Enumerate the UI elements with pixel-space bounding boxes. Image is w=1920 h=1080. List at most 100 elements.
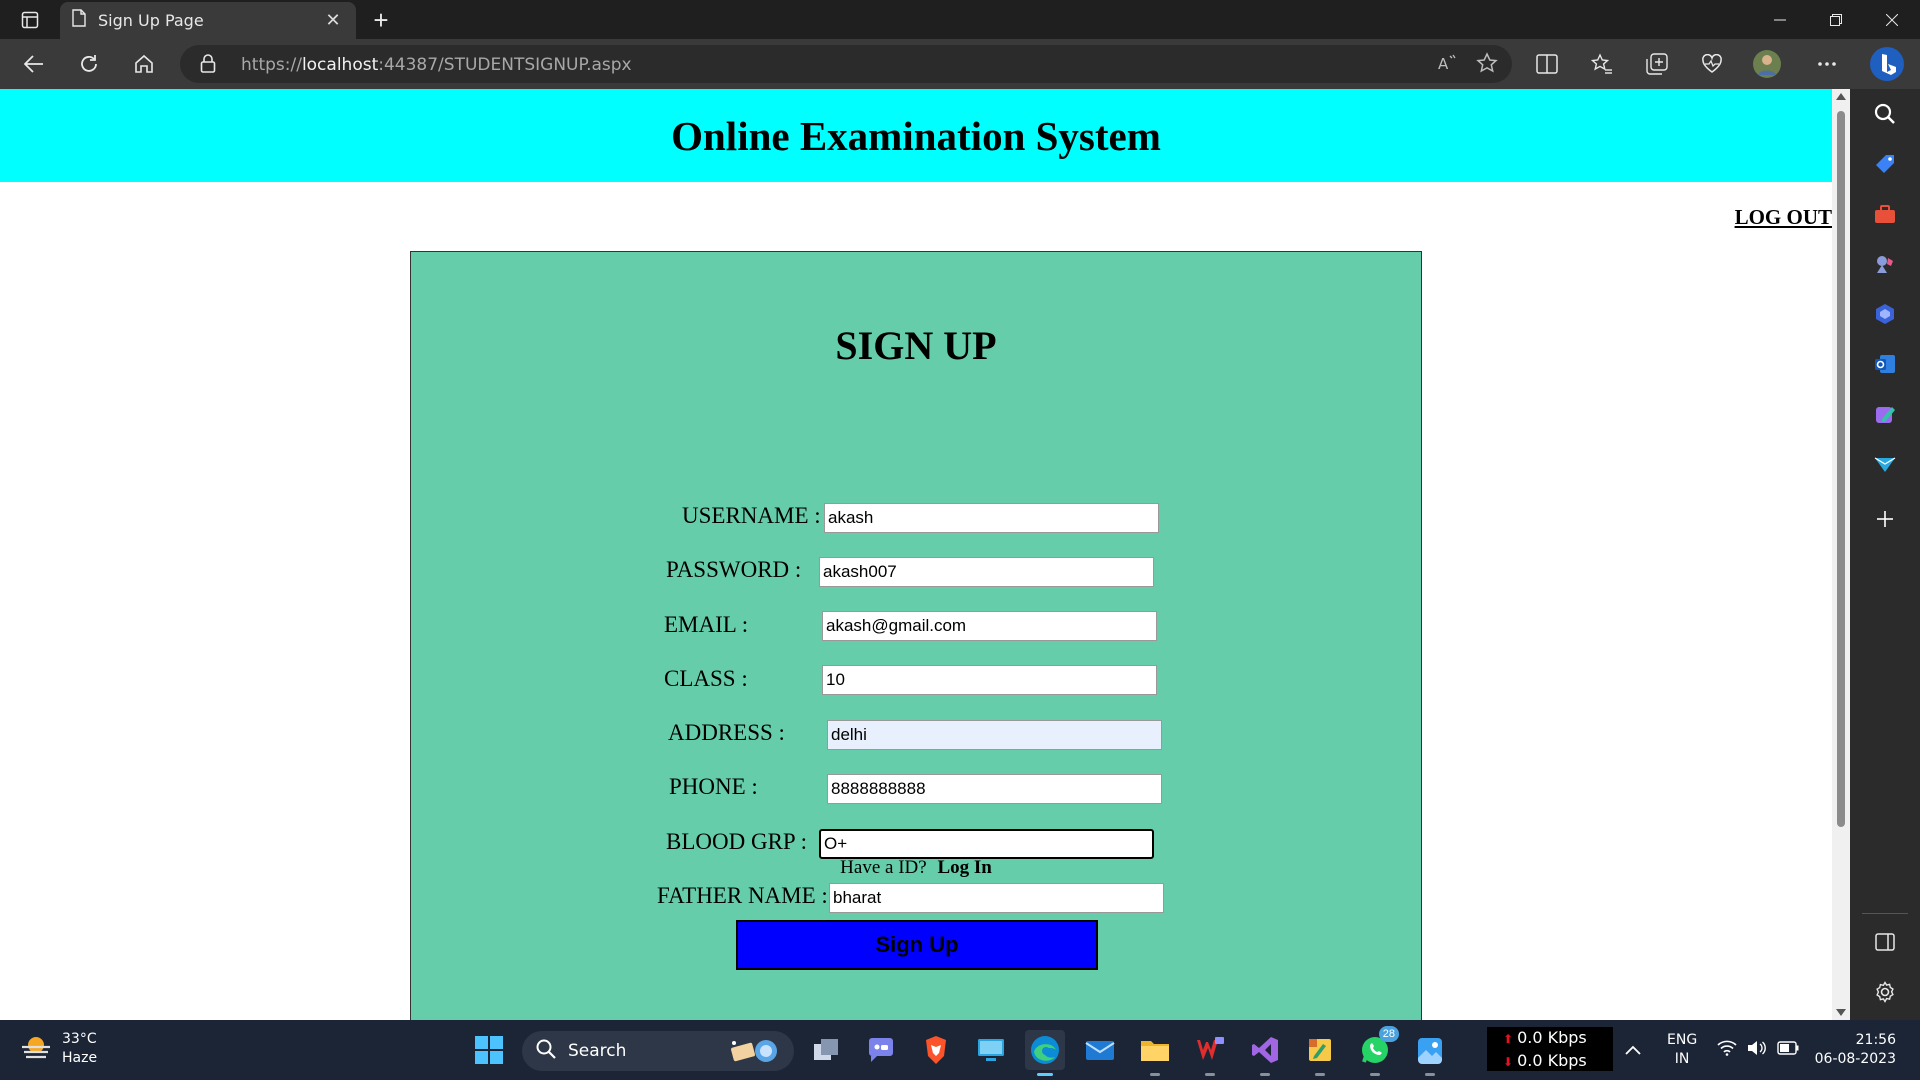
- signup-panel: SIGN UP USERNAME : PASSWORD : EMAIL : CL…: [410, 251, 1422, 1020]
- page-viewport: Online Examination System LOG OUT SIGN U…: [0, 89, 1832, 1020]
- address-label: ADDRESS :: [668, 720, 785, 745]
- whatsapp-unread-badge: 28: [1378, 1026, 1399, 1042]
- sticky-notes-icon[interactable]: [1300, 1030, 1340, 1076]
- blood-group-input[interactable]: [819, 829, 1154, 859]
- have-id-text: Have a ID?: [840, 857, 927, 878]
- back-icon[interactable]: [16, 47, 52, 81]
- sidebar-outlook-icon[interactable]: [1870, 349, 1900, 379]
- address-input[interactable]: [827, 720, 1162, 750]
- site-header: Online Examination System: [0, 89, 1832, 182]
- collections-icon[interactable]: [1639, 47, 1675, 81]
- wps-office-icon[interactable]: [1190, 1030, 1230, 1076]
- edge-browser-icon[interactable]: [1025, 1030, 1065, 1076]
- phone-label: PHONE :: [669, 774, 758, 799]
- home-icon[interactable]: [126, 47, 162, 81]
- url-text[interactable]: https://localhost:44387/STUDENTSIGNUP.as…: [241, 55, 632, 75]
- photos-icon[interactable]: [1410, 1030, 1450, 1076]
- haze-weather-icon: [20, 1033, 52, 1066]
- split-screen-icon[interactable]: [1529, 47, 1565, 81]
- task-view-icon[interactable]: [806, 1030, 846, 1070]
- tab-bar: Sign Up Page ✕ +: [0, 0, 1920, 39]
- page-icon: [72, 9, 86, 32]
- svg-text:A: A: [1438, 55, 1449, 73]
- signup-button[interactable]: Sign Up: [736, 920, 1098, 970]
- show-hidden-icons-chevron-icon[interactable]: [1613, 1030, 1653, 1070]
- search-label: Search: [568, 1041, 627, 1061]
- logout-link[interactable]: LOG OUT: [1735, 205, 1832, 230]
- file-explorer-icon[interactable]: [1135, 1030, 1175, 1076]
- address-bar[interactable]: https://localhost:44387/STUDENTSIGNUP.as…: [180, 45, 1512, 83]
- browser-essentials-icon[interactable]: [1694, 47, 1730, 81]
- close-tab-icon[interactable]: ✕: [322, 10, 344, 31]
- sidebar-search-icon[interactable]: [1870, 99, 1900, 129]
- sidebar-send-icon[interactable]: [1870, 449, 1900, 479]
- whatsapp-icon[interactable]: 28: [1355, 1026, 1399, 1076]
- sidebar-add-icon[interactable]: [1870, 504, 1900, 534]
- refresh-icon[interactable]: [71, 47, 107, 81]
- brave-browser-icon[interactable]: [916, 1030, 956, 1070]
- input-language[interactable]: ENG IN: [1667, 1031, 1697, 1069]
- download-speed: 0.0 Kbps: [1517, 1051, 1587, 1070]
- scroll-thumb[interactable]: [1837, 111, 1845, 827]
- upload-speed: 0.0 Kbps: [1517, 1028, 1587, 1047]
- bing-copilot-icon[interactable]: [1867, 45, 1907, 83]
- browser-tab-active[interactable]: Sign Up Page ✕: [60, 2, 356, 39]
- sidebar-games-icon[interactable]: [1870, 249, 1900, 279]
- username-input[interactable]: [824, 503, 1159, 533]
- windows-taskbar: 33°C Haze Search 28 ⬆ 0.0 Kbps ⬇ 0.0 Kbps …: [0, 1020, 1920, 1080]
- edge-sidebar: [1850, 89, 1920, 1020]
- taskbar-clock[interactable]: 21:56 06-08-2023: [1812, 1031, 1896, 1069]
- login-link[interactable]: Log In: [937, 857, 991, 878]
- running-app-indicator: [1425, 1073, 1435, 1076]
- lock-icon[interactable]: [200, 54, 216, 79]
- running-app-indicator: [1370, 1073, 1380, 1076]
- weather-temperature: 33°C: [62, 1031, 97, 1047]
- sidebar-divider: [1862, 913, 1908, 914]
- phone-input[interactable]: [827, 774, 1162, 804]
- upload-arrow-icon: ⬆: [1503, 1032, 1514, 1046]
- scroll-down-arrow-icon[interactable]: [1836, 1009, 1846, 1016]
- sidebar-shopping-icon[interactable]: [1870, 149, 1900, 179]
- region-code: IN: [1674, 1051, 1690, 1067]
- blood-group-label: BLOOD GRP :: [666, 829, 807, 854]
- email-input[interactable]: [822, 611, 1157, 641]
- mail-icon[interactable]: [1080, 1030, 1120, 1070]
- volume-icon: [1747, 1040, 1767, 1061]
- remote-desktop-icon[interactable]: [971, 1030, 1011, 1070]
- system-tray-status[interactable]: [1708, 1030, 1808, 1070]
- scroll-up-arrow-icon[interactable]: [1836, 93, 1846, 100]
- window-controls: [1752, 0, 1920, 39]
- profile-avatar-icon[interactable]: [1749, 47, 1785, 81]
- tab-actions-icon[interactable]: [12, 6, 48, 34]
- sidebar-copilot-icon[interactable]: [1870, 299, 1900, 329]
- url-prefix: https://: [241, 55, 302, 75]
- favorite-star-icon[interactable]: [1476, 52, 1498, 79]
- tab-title: Sign Up Page: [98, 11, 204, 30]
- favorites-icon[interactable]: [1584, 47, 1620, 81]
- restore-icon[interactable]: [1808, 0, 1864, 39]
- hide-sidebar-icon[interactable]: [1870, 927, 1900, 957]
- start-button-icon[interactable]: [469, 1030, 509, 1070]
- teams-chat-icon[interactable]: [861, 1030, 901, 1070]
- class-input[interactable]: [822, 665, 1157, 695]
- page-scrollbar[interactable]: [1832, 89, 1850, 1020]
- clock-date: 06-08-2023: [1814, 1051, 1896, 1067]
- close-window-icon[interactable]: [1864, 0, 1920, 39]
- visual-studio-icon[interactable]: [1245, 1030, 1285, 1076]
- url-host: localhost: [301, 55, 379, 75]
- father-name-input[interactable]: [829, 883, 1164, 913]
- more-options-icon[interactable]: [1809, 47, 1845, 81]
- weather-widget[interactable]: 33°C Haze: [20, 1030, 97, 1068]
- sidebar-designer-icon[interactable]: [1870, 399, 1900, 429]
- sidebar-settings-icon[interactable]: [1870, 977, 1900, 1007]
- have-id-row: Have a ID? Log In: [411, 857, 1421, 879]
- taskbar-search[interactable]: Search: [522, 1031, 794, 1071]
- weather-description: Haze: [62, 1050, 98, 1066]
- new-tab-button[interactable]: +: [366, 5, 396, 35]
- minimize-icon[interactable]: [1752, 0, 1808, 39]
- sidebar-tools-icon[interactable]: [1870, 199, 1900, 229]
- email-label: EMAIL :: [664, 612, 749, 637]
- password-input[interactable]: [819, 557, 1154, 587]
- form-title: SIGN UP: [835, 323, 997, 368]
- read-aloud-icon[interactable]: A: [1436, 52, 1458, 79]
